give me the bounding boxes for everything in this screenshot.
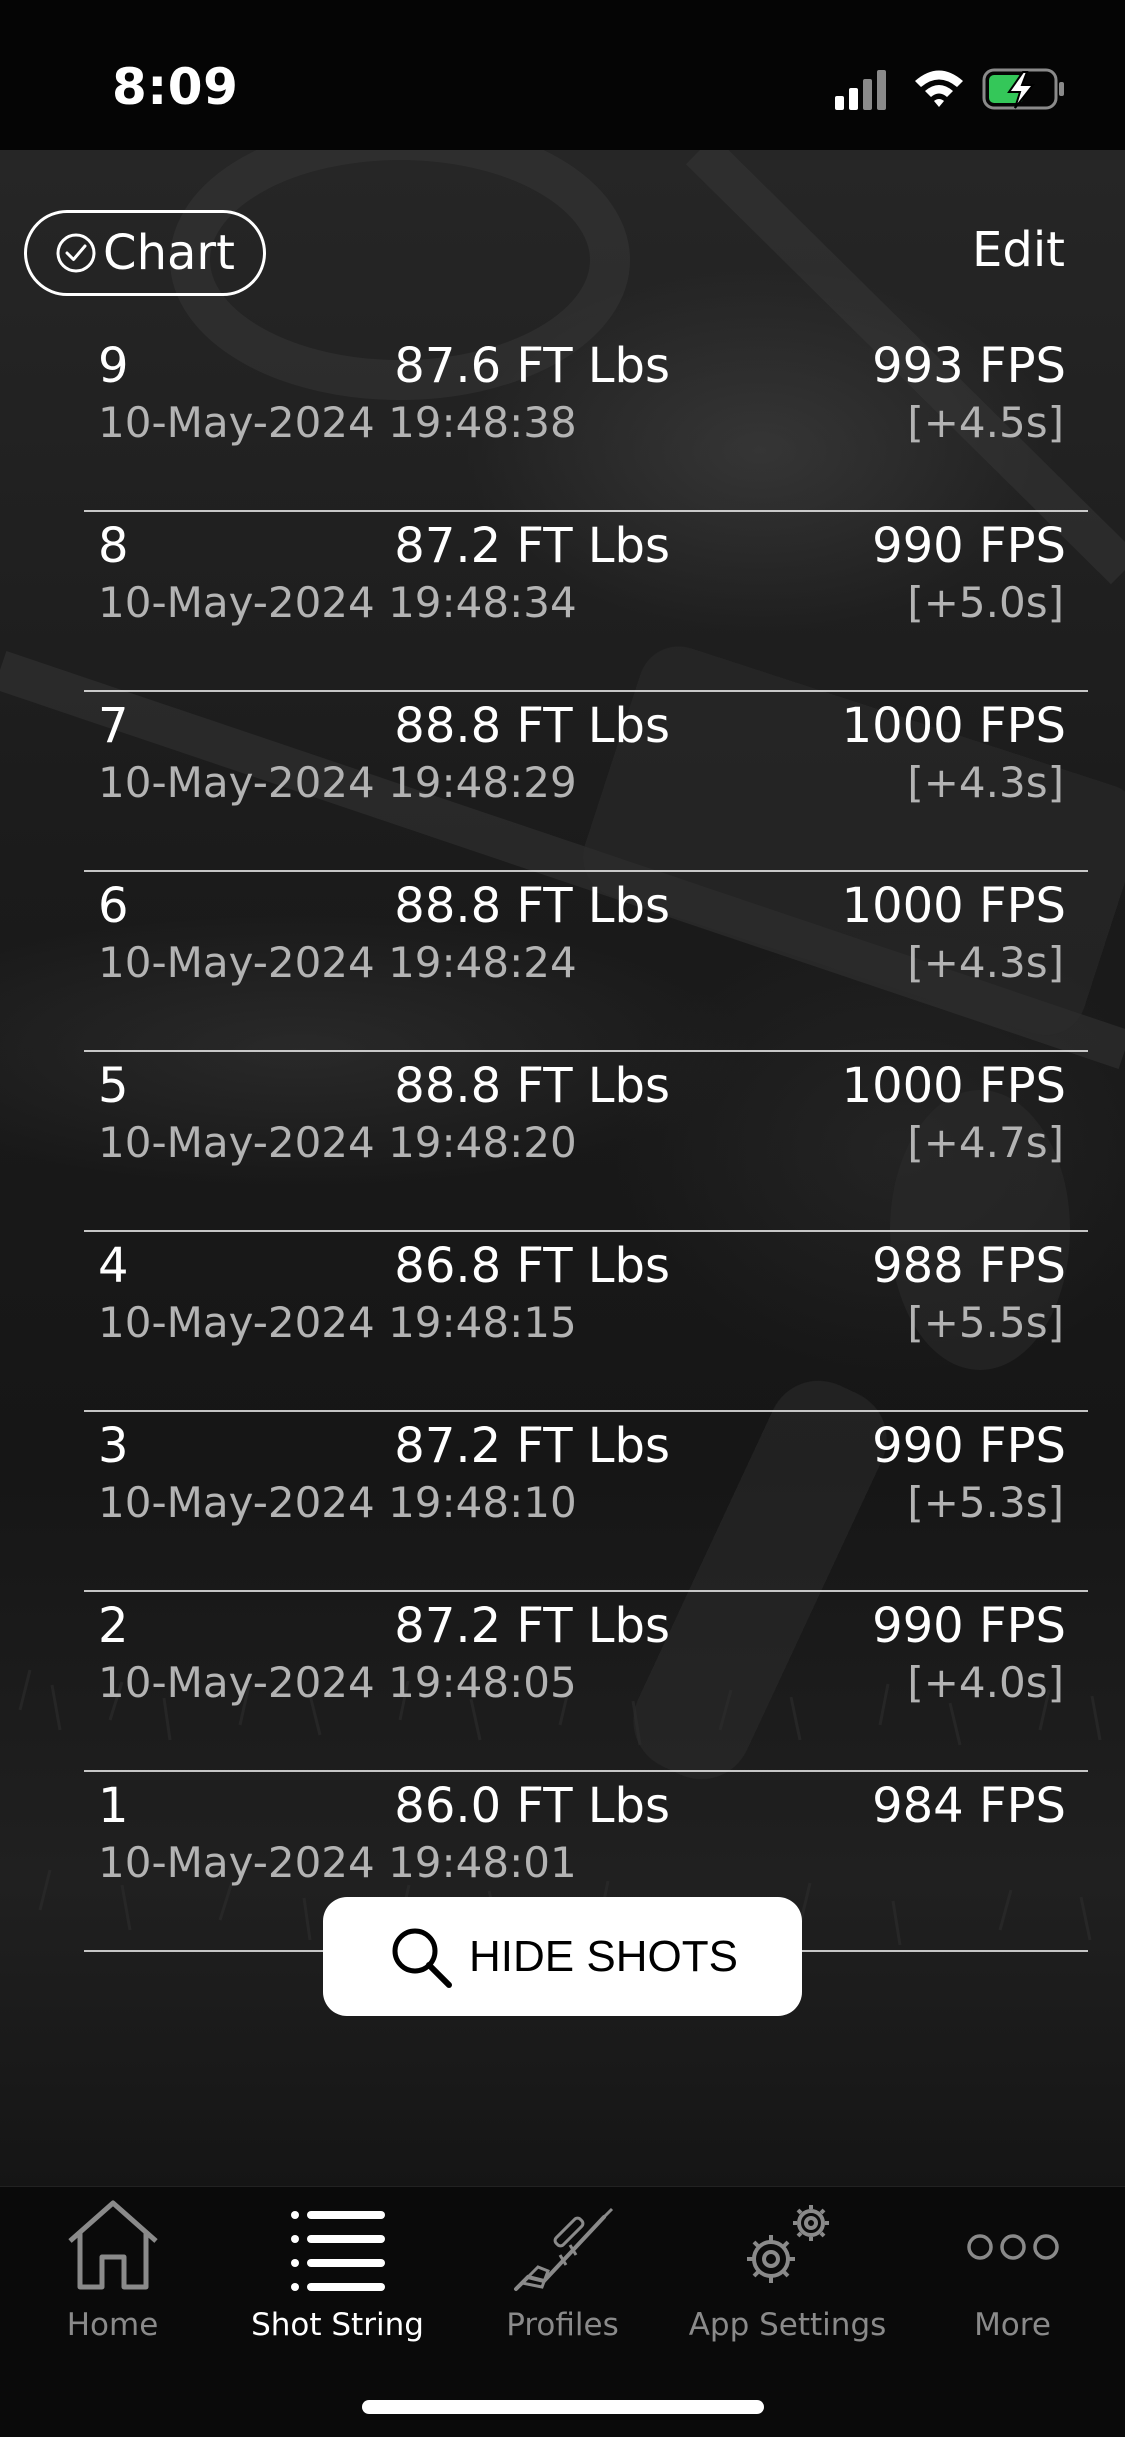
shot-velocity: 1000 FPS <box>841 698 1066 754</box>
shot-energy: 87.6 FT Lbs <box>394 338 670 394</box>
shot-number: 4 <box>98 1238 129 1294</box>
shot-interval: [+4.3s] <box>907 938 1064 987</box>
hide-shots-button[interactable]: HIDE SHOTS <box>323 1897 802 2016</box>
shot-number: 9 <box>98 338 129 394</box>
shot-energy: 88.8 FT Lbs <box>394 698 670 754</box>
shot-energy: 87.2 FT Lbs <box>394 1598 670 1654</box>
wifi-icon <box>915 70 963 107</box>
shot-row[interactable]: 2 87.2 FT Lbs 990 FPS 10-May-2024 19:48:… <box>84 1590 1088 1772</box>
cellular-signal-icon <box>835 70 886 110</box>
shot-row[interactable]: 6 88.8 FT Lbs 1000 FPS 10-May-2024 19:48… <box>84 870 1088 1052</box>
shot-row[interactable]: 9 87.6 FT Lbs 993 FPS 10-May-2024 19:48:… <box>84 330 1088 512</box>
tab-profiles[interactable]: Profiles <box>450 2197 675 2347</box>
shot-timestamp: 10-May-2024 19:48:34 <box>98 578 577 627</box>
shot-velocity: 988 FPS <box>872 1238 1066 1294</box>
shot-number: 5 <box>98 1058 129 1114</box>
shot-interval: [+5.5s] <box>907 1298 1064 1347</box>
hide-shots-label: HIDE SHOTS <box>469 1931 738 1981</box>
shot-timestamp: 10-May-2024 19:48:15 <box>98 1298 577 1347</box>
shot-interval: [+4.7s] <box>907 1118 1064 1167</box>
status-time: 8:09 <box>112 58 239 116</box>
shot-energy: 87.2 FT Lbs <box>394 518 670 574</box>
tab-shot-string[interactable]: Shot String <box>225 2197 450 2347</box>
shot-energy: 88.8 FT Lbs <box>394 878 670 934</box>
tab-app-settings-label: App Settings <box>688 2307 887 2343</box>
shot-energy: 88.8 FT Lbs <box>394 1058 670 1114</box>
checkmark-circle-icon <box>56 233 96 273</box>
edit-button[interactable]: Edit <box>972 222 1065 278</box>
shot-timestamp: 10-May-2024 19:48:38 <box>98 398 577 447</box>
shot-row[interactable]: 7 88.8 FT Lbs 1000 FPS 10-May-2024 19:48… <box>84 690 1088 872</box>
shot-velocity: 990 FPS <box>872 518 1066 574</box>
shot-interval: [+4.3s] <box>907 758 1064 807</box>
shot-timestamp: 10-May-2024 19:48:10 <box>98 1478 577 1527</box>
shot-number: 3 <box>98 1418 129 1474</box>
shot-string-screen: Chart Edit 9 87.6 FT Lbs 993 FPS 10-May-… <box>0 150 1125 2186</box>
tab-more[interactable]: More <box>900 2197 1125 2347</box>
shot-velocity: 984 FPS <box>872 1778 1066 1834</box>
shot-number: 7 <box>98 698 129 754</box>
search-icon <box>392 1928 453 1988</box>
shot-timestamp: 10-May-2024 19:48:05 <box>98 1658 577 1707</box>
home-icon <box>67 2200 158 2290</box>
shot-interval: [+5.0s] <box>907 578 1064 627</box>
shot-energy: 86.8 FT Lbs <box>394 1238 670 1294</box>
home-indicator[interactable] <box>362 2400 764 2414</box>
shot-number: 6 <box>98 878 129 934</box>
battery-charging-icon <box>982 68 1064 110</box>
shot-timestamp: 10-May-2024 19:48:01 <box>98 1838 577 1887</box>
shot-velocity: 990 FPS <box>872 1418 1066 1474</box>
shot-velocity: 993 FPS <box>872 338 1066 394</box>
shot-row[interactable]: 4 86.8 FT Lbs 988 FPS 10-May-2024 19:48:… <box>84 1230 1088 1412</box>
shot-energy: 87.2 FT Lbs <box>394 1418 670 1474</box>
shot-row[interactable]: 5 88.8 FT Lbs 1000 FPS 10-May-2024 19:48… <box>84 1050 1088 1232</box>
chart-button-label: Chart <box>103 225 235 281</box>
shot-interval: [+4.0s] <box>907 1658 1064 1707</box>
shot-number: 1 <box>98 1778 129 1834</box>
rifle-icon <box>513 2207 613 2291</box>
status-bar: 8:09 <box>0 0 1125 150</box>
shot-energy: 86.0 FT Lbs <box>394 1778 670 1834</box>
chart-toggle-button[interactable]: Chart <box>24 210 266 296</box>
shot-row[interactable]: 3 87.2 FT Lbs 990 FPS 10-May-2024 19:48:… <box>84 1410 1088 1592</box>
tab-more-label: More <box>974 2307 1051 2343</box>
shot-velocity: 1000 FPS <box>841 878 1066 934</box>
tab-profiles-label: Profiles <box>506 2307 619 2343</box>
gears-icon <box>746 2205 829 2283</box>
shot-timestamp: 10-May-2024 19:48:24 <box>98 938 577 987</box>
shot-timestamp: 10-May-2024 19:48:29 <box>98 758 577 807</box>
shot-interval: [+4.5s] <box>907 398 1064 447</box>
shot-timestamp: 10-May-2024 19:48:20 <box>98 1118 577 1167</box>
shot-interval: [+5.3s] <box>907 1478 1064 1527</box>
tab-home[interactable]: Home <box>0 2197 225 2347</box>
tab-shot-string-label: Shot String <box>251 2307 424 2343</box>
shot-velocity: 1000 FPS <box>841 1058 1066 1114</box>
shot-velocity: 990 FPS <box>872 1598 1066 1654</box>
tab-home-label: Home <box>66 2307 159 2343</box>
shot-number: 8 <box>98 518 129 574</box>
shot-row[interactable]: 8 87.2 FT Lbs 990 FPS 10-May-2024 19:48:… <box>84 510 1088 692</box>
list-icon <box>290 2211 385 2291</box>
tab-app-settings[interactable]: App Settings <box>675 2197 900 2347</box>
status-icons <box>835 68 1064 110</box>
more-icon <box>966 2234 1059 2260</box>
shot-number: 2 <box>98 1598 129 1654</box>
